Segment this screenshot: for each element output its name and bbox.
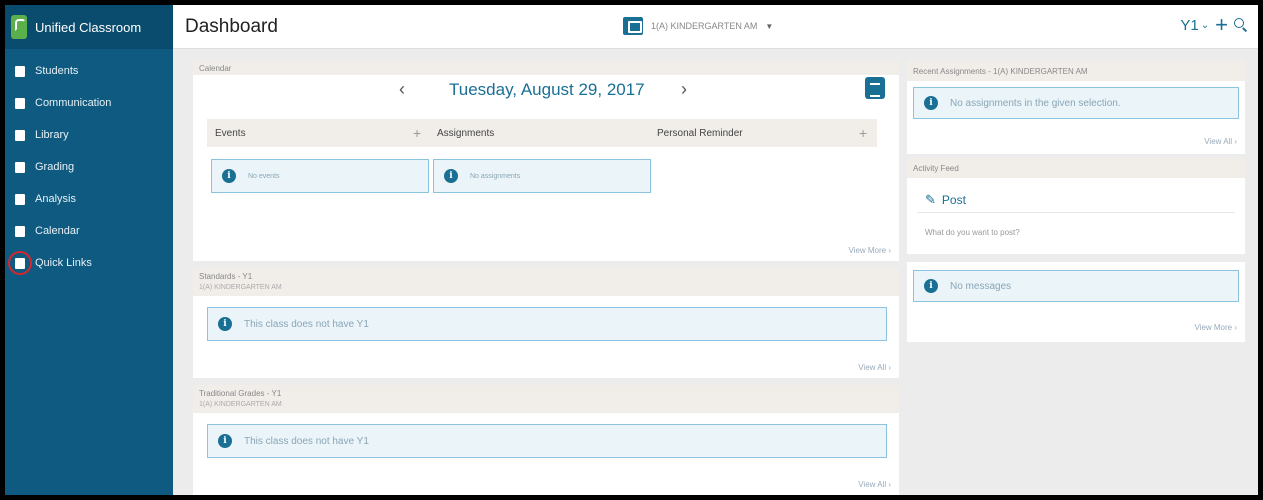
messages-panel: i No messages View More › xyxy=(907,262,1245,342)
recent-assignments-view-all-link[interactable]: View All › xyxy=(1204,137,1237,146)
standards-message-text: This class does not have Y1 xyxy=(244,318,369,330)
info-icon: i xyxy=(924,96,938,110)
app-name: Unified Classroom xyxy=(35,19,142,35)
calendar-nav: ‹ Tuesday, August 29, 2017 › xyxy=(193,75,899,105)
activity-feed-view-more-link[interactable]: View More › xyxy=(1194,323,1237,332)
calendar-grid: Events + Assignments Personal Reminder +… xyxy=(207,119,877,201)
sidebar-item-label: Library xyxy=(35,129,69,141)
post-button[interactable]: ✎ Post xyxy=(925,192,966,208)
sidebar-item-communication[interactable]: Communication xyxy=(5,87,173,119)
header-actions: Y1 ⌄ + xyxy=(1180,14,1248,36)
assignments-column-title: Assignments xyxy=(437,127,495,139)
sidebar-item-students[interactable]: Students xyxy=(5,55,173,87)
app-window: Unified Classroom Students Communication… xyxy=(5,5,1258,495)
sidebar-item-label: Quick Links xyxy=(35,257,92,269)
personal-reminder-column-header: Personal Reminder + xyxy=(653,119,877,147)
no-messages-message: i No messages xyxy=(913,270,1239,302)
calendar-label: Calendar xyxy=(199,64,232,73)
traditional-grades-message-text: This class does not have Y1 xyxy=(244,435,369,447)
students-icon xyxy=(15,65,25,77)
add-event-button[interactable]: + xyxy=(413,125,421,141)
sidebar-item-analysis[interactable]: Analysis xyxy=(5,183,173,215)
chevron-right-icon[interactable]: › xyxy=(681,79,687,100)
recent-assignments-panel: Recent Assignments - 1(A) KINDERGARTEN A… xyxy=(907,61,1245,154)
activity-feed-label: Activity Feed xyxy=(913,164,959,173)
sidebar-item-label: Students xyxy=(35,65,79,77)
calendar-panel: Calendar ‹ Tuesday, August 29, 2017 › Ev… xyxy=(193,61,899,261)
recent-assignments-message-text: No assignments in the given selection. xyxy=(950,97,1121,109)
class-selector-label: 1(A) KINDERGARTEN AM xyxy=(651,21,758,31)
sidebar-item-label: Calendar xyxy=(35,225,80,237)
recent-assignments-message: i No assignments in the given selection. xyxy=(913,87,1239,119)
post-label: Post xyxy=(941,193,966,207)
traditional-grades-label: Traditional Grades - Y1 xyxy=(199,389,282,398)
info-icon: i xyxy=(924,279,938,293)
recent-assignments-header-bar: Recent Assignments - 1(A) KINDERGARTEN A… xyxy=(907,61,1245,81)
sidebar-item-library[interactable]: Library xyxy=(5,119,173,151)
sidebar-item-calendar[interactable]: Calendar xyxy=(5,215,173,247)
chevron-left-icon[interactable]: ‹ xyxy=(399,79,405,100)
info-icon: i xyxy=(444,169,458,183)
sidebar: Unified Classroom Students Communication… xyxy=(5,5,173,495)
standards-class-name: 1(A) KINDERGARTEN AM xyxy=(199,284,282,291)
analysis-icon xyxy=(15,193,25,205)
top-header: Dashboard 1(A) KINDERGARTEN AM ▼ Y1 ⌄ + xyxy=(173,5,1258,49)
traditional-grades-class-name: 1(A) KINDERGARTEN AM xyxy=(199,401,282,408)
communication-icon xyxy=(15,97,25,109)
recent-assignments-label: Recent Assignments - 1(A) KINDERGARTEN A… xyxy=(913,67,1088,76)
traditional-grades-view-all-link[interactable]: View All › xyxy=(858,480,891,489)
calendar-header-bar: Calendar xyxy=(193,61,899,75)
info-icon: i xyxy=(218,434,232,448)
sidebar-nav: Students Communication Library Grading A… xyxy=(5,49,173,279)
quick-links-icon-wrap xyxy=(8,250,32,275)
personal-reminder-column-title: Personal Reminder xyxy=(657,127,743,139)
traditional-grades-header-bar: Traditional Grades - Y1 1(A) KINDERGARTE… xyxy=(193,385,899,413)
standards-label: Standards - Y1 xyxy=(199,272,253,281)
no-assignments-text: No assignments xyxy=(470,172,521,180)
no-events-message: i No events xyxy=(211,159,429,193)
add-reminder-button[interactable]: + xyxy=(859,125,867,141)
sidebar-item-grading[interactable]: Grading xyxy=(5,151,173,183)
events-column-title: Events xyxy=(215,127,246,139)
no-events-text: No events xyxy=(248,172,280,180)
calendar-icon xyxy=(15,225,25,237)
sidebar-item-quick-links[interactable]: Quick Links xyxy=(5,247,173,279)
divider xyxy=(917,212,1235,213)
page-title: Dashboard xyxy=(185,16,278,37)
sidebar-item-label: Analysis xyxy=(35,193,76,205)
standards-message: i This class does not have Y1 xyxy=(207,307,887,341)
events-column-header: Events + xyxy=(207,119,431,147)
class-selector[interactable]: 1(A) KINDERGARTEN AM ▼ xyxy=(623,17,773,35)
class-icon xyxy=(623,17,643,35)
traditional-grades-panel: Traditional Grades - Y1 1(A) KINDERGARTE… xyxy=(193,385,899,495)
app-logo-icon xyxy=(11,15,27,39)
calendar-view-more-link[interactable]: View More › xyxy=(848,246,891,255)
activity-feed-header-bar: Activity Feed xyxy=(907,158,1245,178)
standards-view-all-link[interactable]: View All › xyxy=(858,363,891,372)
edit-icon: ✎ xyxy=(925,192,936,207)
calendar-date: Tuesday, August 29, 2017 xyxy=(449,80,645,99)
library-icon xyxy=(15,129,25,141)
standards-panel: Standards - Y1 1(A) KINDERGARTEN AM i Th… xyxy=(193,268,899,378)
no-messages-text: No messages xyxy=(950,280,1012,292)
chevron-down-icon: ▼ xyxy=(765,21,774,31)
highlight-circle xyxy=(8,250,32,275)
assignments-column-header: Assignments xyxy=(431,119,653,147)
activity-feed-panel: Activity Feed ✎ Post What do you want to… xyxy=(907,158,1245,254)
grading-icon xyxy=(15,161,25,173)
traditional-grades-message: i This class does not have Y1 xyxy=(207,424,887,458)
sidebar-item-label: Communication xyxy=(35,97,112,109)
calendar-view-icon[interactable] xyxy=(865,77,885,99)
sidebar-item-label: Grading xyxy=(35,161,75,173)
brand[interactable]: Unified Classroom xyxy=(5,5,173,49)
standards-header-bar: Standards - Y1 1(A) KINDERGARTEN AM xyxy=(193,268,899,296)
no-assignments-message: i No assignments xyxy=(433,159,651,193)
add-button[interactable]: + xyxy=(1215,14,1228,36)
term-chevron-icon[interactable]: ⌄ xyxy=(1201,20,1209,31)
info-icon: i xyxy=(222,169,236,183)
search-icon[interactable] xyxy=(1234,18,1248,32)
term-selector[interactable]: Y1 xyxy=(1180,17,1198,34)
info-icon: i xyxy=(218,317,232,331)
post-input[interactable]: What do you want to post? xyxy=(925,228,1020,237)
